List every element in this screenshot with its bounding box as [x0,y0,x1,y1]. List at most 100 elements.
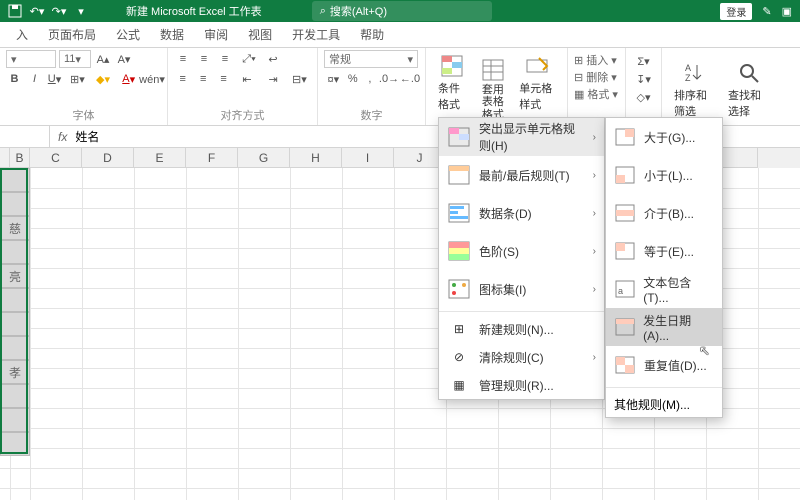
bold-icon[interactable]: B [6,70,23,88]
menu-color-scales[interactable]: 色阶(S) › [439,232,604,270]
tab-6[interactable]: 开发工具 [282,22,350,47]
delete-button[interactable]: ⊟删除▾ [574,69,619,85]
font-size-select[interactable]: 11 ▾ [59,50,91,68]
align-middle-icon[interactable]: ≡ [195,50,213,68]
ribbon-group-editing: AZ 排序和筛选 查找和选择 [662,48,782,125]
redo-icon[interactable]: ↷▾ [50,2,68,20]
formula-content[interactable]: 姓名 [75,128,99,145]
menu-data-bars[interactable]: 数据条(D) › [439,194,604,232]
cell-styles-button[interactable]: 单元格样式▾ [513,52,561,127]
menu-manage-rules[interactable]: ▦ 管理规则(R)... [439,371,604,399]
submenu-more-rules[interactable]: 其他规则(M)... [606,391,722,417]
equal-to-icon [614,241,636,261]
decrease-font-icon[interactable]: A▾ [115,50,133,68]
col-header-b[interactable]: B [10,148,30,168]
tab-3[interactable]: 数据 [150,22,194,47]
ribbon-display-icon[interactable]: ▣ [782,5,792,18]
col-header-d[interactable]: D [82,148,134,168]
submenu-duplicate-values[interactable]: 重复值(D)... [606,346,722,384]
col-header-g[interactable]: G [238,148,290,168]
decrease-indent-icon[interactable]: ⇤ [235,70,258,88]
greater-than-icon [614,127,636,147]
wrap-text-icon[interactable]: ↩ [264,50,282,68]
format-as-table-button[interactable]: 套用 表格格式 [473,56,514,122]
increase-indent-icon[interactable]: ⇥ [262,70,285,88]
tab-4[interactable]: 审阅 [194,22,238,47]
align-top-icon[interactable]: ≡ [174,50,192,68]
tab-0[interactable]: 入 [6,22,38,47]
format-button[interactable]: ▦格式▾ [574,86,619,102]
tab-7[interactable]: 帮助 [350,22,394,47]
ribbon-group-font: ▾ 11 ▾ A▴ A▾ B I U▾ ⊞▾ ◆▾ A▾ wén▾ 字体 [0,48,168,125]
conditional-formatting-button[interactable]: 条件格式▾ [432,52,473,127]
percent-icon[interactable]: % [346,70,360,88]
tab-5[interactable]: 视图 [238,22,282,47]
comma-icon[interactable]: , [363,70,377,88]
ribbon-group-styles: 条件格式▾ 套用 表格格式 单元格样式▾ [426,48,568,125]
menu-top-bottom-rules[interactable]: 最前/最后规则(T) › [439,156,604,194]
submenu-equal-to[interactable]: 等于(E)... [606,232,722,270]
submenu-date-occurring[interactable]: 发生日期(A)... [606,308,722,346]
chevron-right-icon: › [593,170,596,181]
orientation-icon[interactable]: ⤢▾ [237,50,261,68]
italic-icon[interactable]: I [26,70,43,88]
submenu-less-than[interactable]: 小于(L)... [606,156,722,194]
qat-dropdown-icon[interactable]: ▾ [72,2,90,20]
fill-color-icon[interactable]: ◆▾ [92,70,115,88]
menu-new-rule[interactable]: ⊞ 新建规则(N)... [439,315,604,343]
search-icon: ⌕ [320,5,326,18]
document-title: 新建 Microsoft Excel 工作表 [126,3,262,19]
submenu-between[interactable]: 介于(B)... [606,194,722,232]
align-right-icon[interactable]: ≡ [215,70,232,88]
submenu-text-contains[interactable]: a 文本包含(T)... [606,270,722,308]
menu-separator [439,311,604,312]
align-bottom-icon[interactable]: ≡ [216,50,234,68]
delete-icon: ⊟ [574,71,583,84]
insert-icon: ⊞ [574,54,583,67]
fill-icon[interactable]: ↧▾ [635,70,653,88]
svg-text:A: A [685,63,691,73]
clear-icon[interactable]: ◇▾ [635,88,653,106]
align-left-icon[interactable]: ≡ [174,70,191,88]
merge-icon[interactable]: ⊟▾ [288,70,311,88]
search-box[interactable]: ⌕ 搜索(Alt+Q) [312,1,492,21]
currency-icon[interactable]: ¤▾ [324,70,343,88]
decrease-decimal-icon[interactable]: ←.0 [401,70,419,88]
phonetic-icon[interactable]: wén▾ [143,70,161,88]
col-header-e[interactable]: E [134,148,186,168]
clear-rules-icon: ⊘ [447,346,471,368]
find-select-button[interactable]: 查找和选择 [722,59,776,121]
increase-decimal-icon[interactable]: .0→ [380,70,398,88]
group-label-alignment: 对齐方式 [174,105,311,125]
menu-clear-rules[interactable]: ⊘ 清除规则(C) › [439,343,604,371]
draw-icon[interactable]: ✎ [762,5,771,18]
tab-2[interactable]: 公式 [106,22,150,47]
col-header-h[interactable]: H [290,148,342,168]
col-header-f[interactable]: F [186,148,238,168]
undo-icon[interactable]: ↶▾ [28,2,46,20]
sort-filter-button[interactable]: AZ 排序和筛选 [668,59,722,121]
number-format-select[interactable]: 常规▾ [324,50,418,68]
autosum-icon[interactable]: Σ▾ [635,52,653,70]
col-header-c[interactable]: C [30,148,82,168]
new-rule-icon: ⊞ [447,318,471,340]
top-bottom-icon [447,164,471,186]
login-button[interactable]: 登录 [720,3,752,20]
border-icon[interactable]: ⊞▾ [66,70,89,88]
increase-font-icon[interactable]: A▴ [94,50,112,68]
insert-button[interactable]: ⊞插入▾ [574,52,619,68]
menu-highlight-rules[interactable]: 突出显示单元格规则(H) › [439,118,604,156]
table-format-icon [481,58,505,82]
save-icon[interactable] [6,2,24,20]
submenu-greater-than[interactable]: 大于(G)... [606,118,722,156]
font-color-icon[interactable]: A▾ [117,70,140,88]
underline-icon[interactable]: U▾ [46,70,63,88]
name-box[interactable] [0,126,50,147]
col-header[interactable] [0,148,10,168]
col-header-i[interactable]: I [342,148,394,168]
align-center-icon[interactable]: ≡ [194,70,211,88]
menu-icon-sets[interactable]: 图标集(I) › [439,270,604,308]
tab-1[interactable]: 页面布局 [38,22,106,47]
font-name-select[interactable]: ▾ [6,50,56,68]
fx-icon[interactable]: fx [50,130,75,144]
